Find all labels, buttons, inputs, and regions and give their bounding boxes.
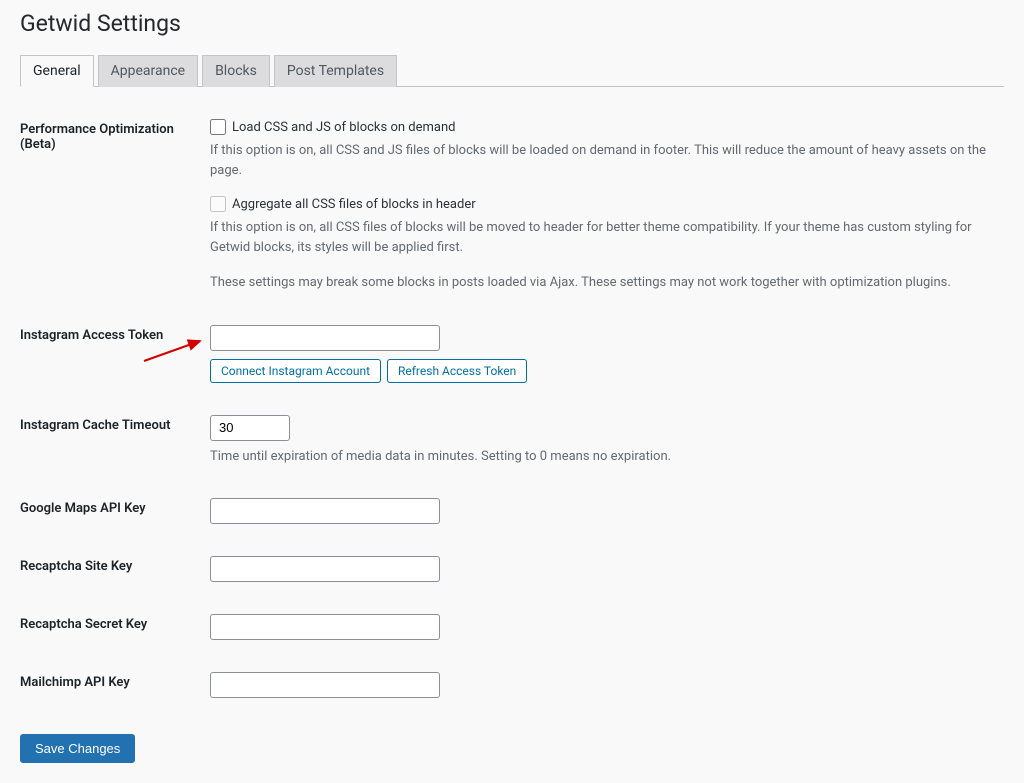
settings-tabs: General Appearance Blocks Post Templates (20, 55, 1004, 87)
label-recaptcha-secret: Recaptcha Secret Key (20, 602, 210, 660)
save-button[interactable]: Save Changes (20, 734, 135, 763)
row-performance: Performance Optimization (Beta) Load CSS… (20, 107, 1004, 313)
row-instagram-token: Instagram Access Token Connect Instagram… (20, 313, 1004, 403)
desc-load-on-demand: If this option is on, all CSS and JS fil… (210, 141, 994, 180)
tab-blocks[interactable]: Blocks (202, 55, 270, 87)
row-recaptcha-site: Recaptcha Site Key (20, 544, 1004, 602)
input-instagram-cache[interactable] (210, 415, 290, 441)
row-google-maps: Google Maps API Key (20, 486, 1004, 544)
tab-appearance[interactable]: Appearance (98, 55, 198, 87)
input-mailchimp[interactable] (210, 672, 440, 698)
label-load-on-demand[interactable]: Load CSS and JS of blocks on demand (232, 120, 455, 135)
tab-post-templates[interactable]: Post Templates (274, 55, 397, 87)
label-aggregate-css[interactable]: Aggregate all CSS files of blocks in hea… (232, 197, 476, 212)
checkbox-aggregate-css[interactable] (210, 196, 226, 212)
label-mailchimp: Mailchimp API Key (20, 660, 210, 718)
settings-form: Performance Optimization (Beta) Load CSS… (20, 107, 1004, 718)
row-recaptcha-secret: Recaptcha Secret Key (20, 602, 1004, 660)
desc-instagram-cache: Time until expiration of media data in m… (210, 447, 994, 467)
connect-instagram-button[interactable]: Connect Instagram Account (210, 359, 381, 383)
input-recaptcha-secret[interactable] (210, 614, 440, 640)
label-recaptcha-site: Recaptcha Site Key (20, 544, 210, 602)
desc-performance-note: These settings may break some blocks in … (210, 273, 994, 293)
label-instagram-cache: Instagram Cache Timeout (20, 403, 210, 487)
input-google-maps[interactable] (210, 498, 440, 524)
desc-aggregate-css: If this option is on, all CSS files of b… (210, 218, 994, 257)
input-instagram-token[interactable] (210, 325, 440, 351)
label-performance: Performance Optimization (Beta) (20, 107, 210, 313)
checkbox-load-on-demand[interactable] (210, 119, 226, 135)
label-google-maps: Google Maps API Key (20, 486, 210, 544)
page-title: Getwid Settings (20, 10, 1004, 37)
refresh-token-button[interactable]: Refresh Access Token (387, 359, 527, 383)
row-mailchimp: Mailchimp API Key (20, 660, 1004, 718)
label-instagram-token: Instagram Access Token (20, 313, 210, 403)
input-recaptcha-site[interactable] (210, 556, 440, 582)
tab-general[interactable]: General (20, 55, 94, 87)
row-instagram-cache: Instagram Cache Timeout Time until expir… (20, 403, 1004, 487)
